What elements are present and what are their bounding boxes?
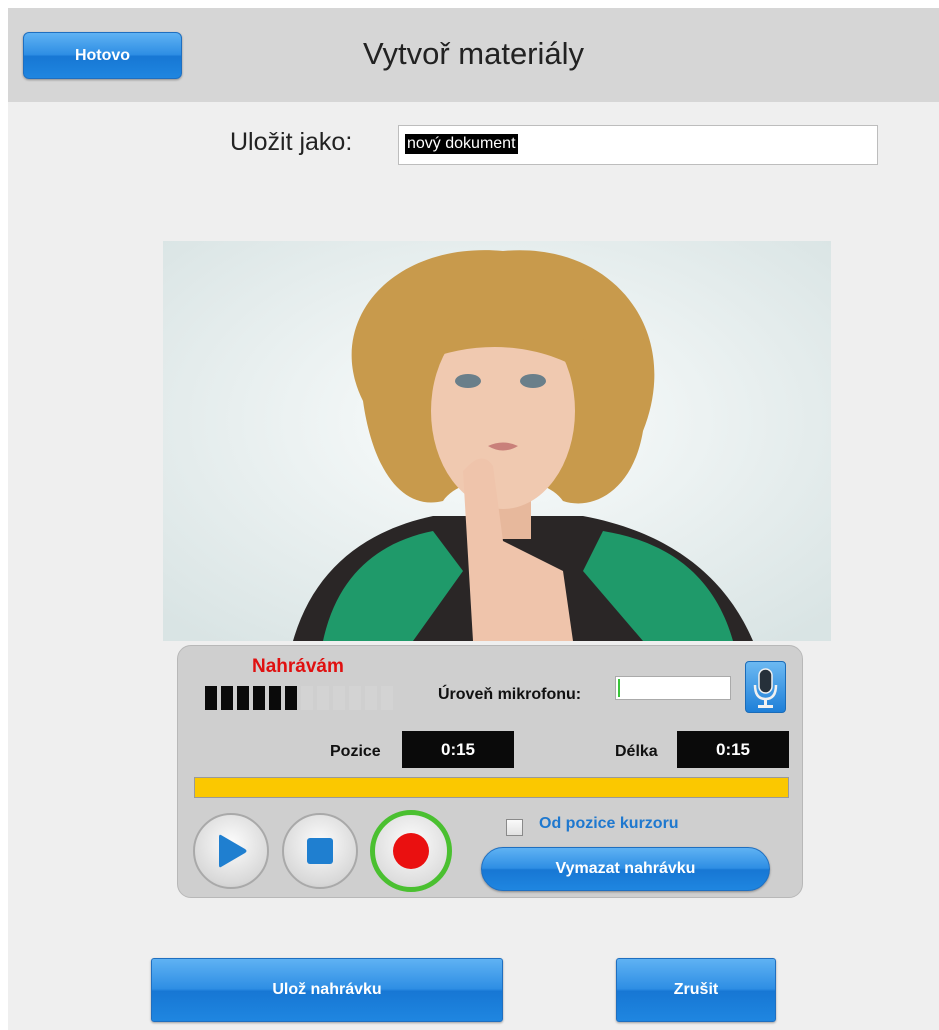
level-bar xyxy=(349,686,361,710)
level-bar xyxy=(221,686,233,710)
page-title: Vytvoř materiály xyxy=(362,36,585,71)
save-as-input[interactable]: nový dokument xyxy=(398,125,878,165)
level-bar xyxy=(317,686,329,710)
stop-button[interactable] xyxy=(282,813,358,889)
play-button[interactable] xyxy=(193,813,269,889)
level-bar xyxy=(237,686,249,710)
save-as-value: nový dokument xyxy=(405,134,518,154)
cancel-button[interactable]: Zrušit xyxy=(616,958,776,1022)
level-bar xyxy=(253,686,265,710)
mic-level-meter xyxy=(615,676,731,700)
recording-level-meter xyxy=(205,686,393,710)
save-as-label: Uložit jako: xyxy=(230,128,353,156)
record-icon xyxy=(393,833,429,869)
length-value: 0:15 xyxy=(677,731,789,768)
level-bar xyxy=(269,686,281,710)
microphone-icon xyxy=(753,668,778,708)
microphone-button[interactable] xyxy=(745,661,786,713)
mic-level-fill xyxy=(618,679,620,697)
play-icon xyxy=(219,834,247,868)
progress-fill xyxy=(195,778,788,797)
record-button[interactable] xyxy=(370,810,452,892)
level-bar xyxy=(205,686,217,710)
length-label: Délka xyxy=(615,743,658,760)
from-cursor-label[interactable]: Od pozice kurzoru xyxy=(539,815,679,833)
level-bar xyxy=(365,686,377,710)
from-cursor-checkbox[interactable] xyxy=(506,819,523,836)
level-bar xyxy=(301,686,313,710)
recording-status: Nahrávám xyxy=(252,656,344,677)
recording-progress-bar[interactable] xyxy=(194,777,789,798)
position-label: Pozice xyxy=(330,743,381,760)
stop-icon xyxy=(307,838,333,864)
level-bar xyxy=(381,686,393,710)
mic-level-label: Úroveň mikrofonu: xyxy=(438,686,582,703)
save-recording-button[interactable]: Ulož nahrávku xyxy=(151,958,503,1022)
level-bar xyxy=(333,686,345,710)
clear-recording-button[interactable]: Vymazat nahrávku xyxy=(481,847,770,891)
woman-photo xyxy=(163,241,831,641)
position-value: 0:15 xyxy=(402,731,514,768)
level-bar xyxy=(285,686,297,710)
